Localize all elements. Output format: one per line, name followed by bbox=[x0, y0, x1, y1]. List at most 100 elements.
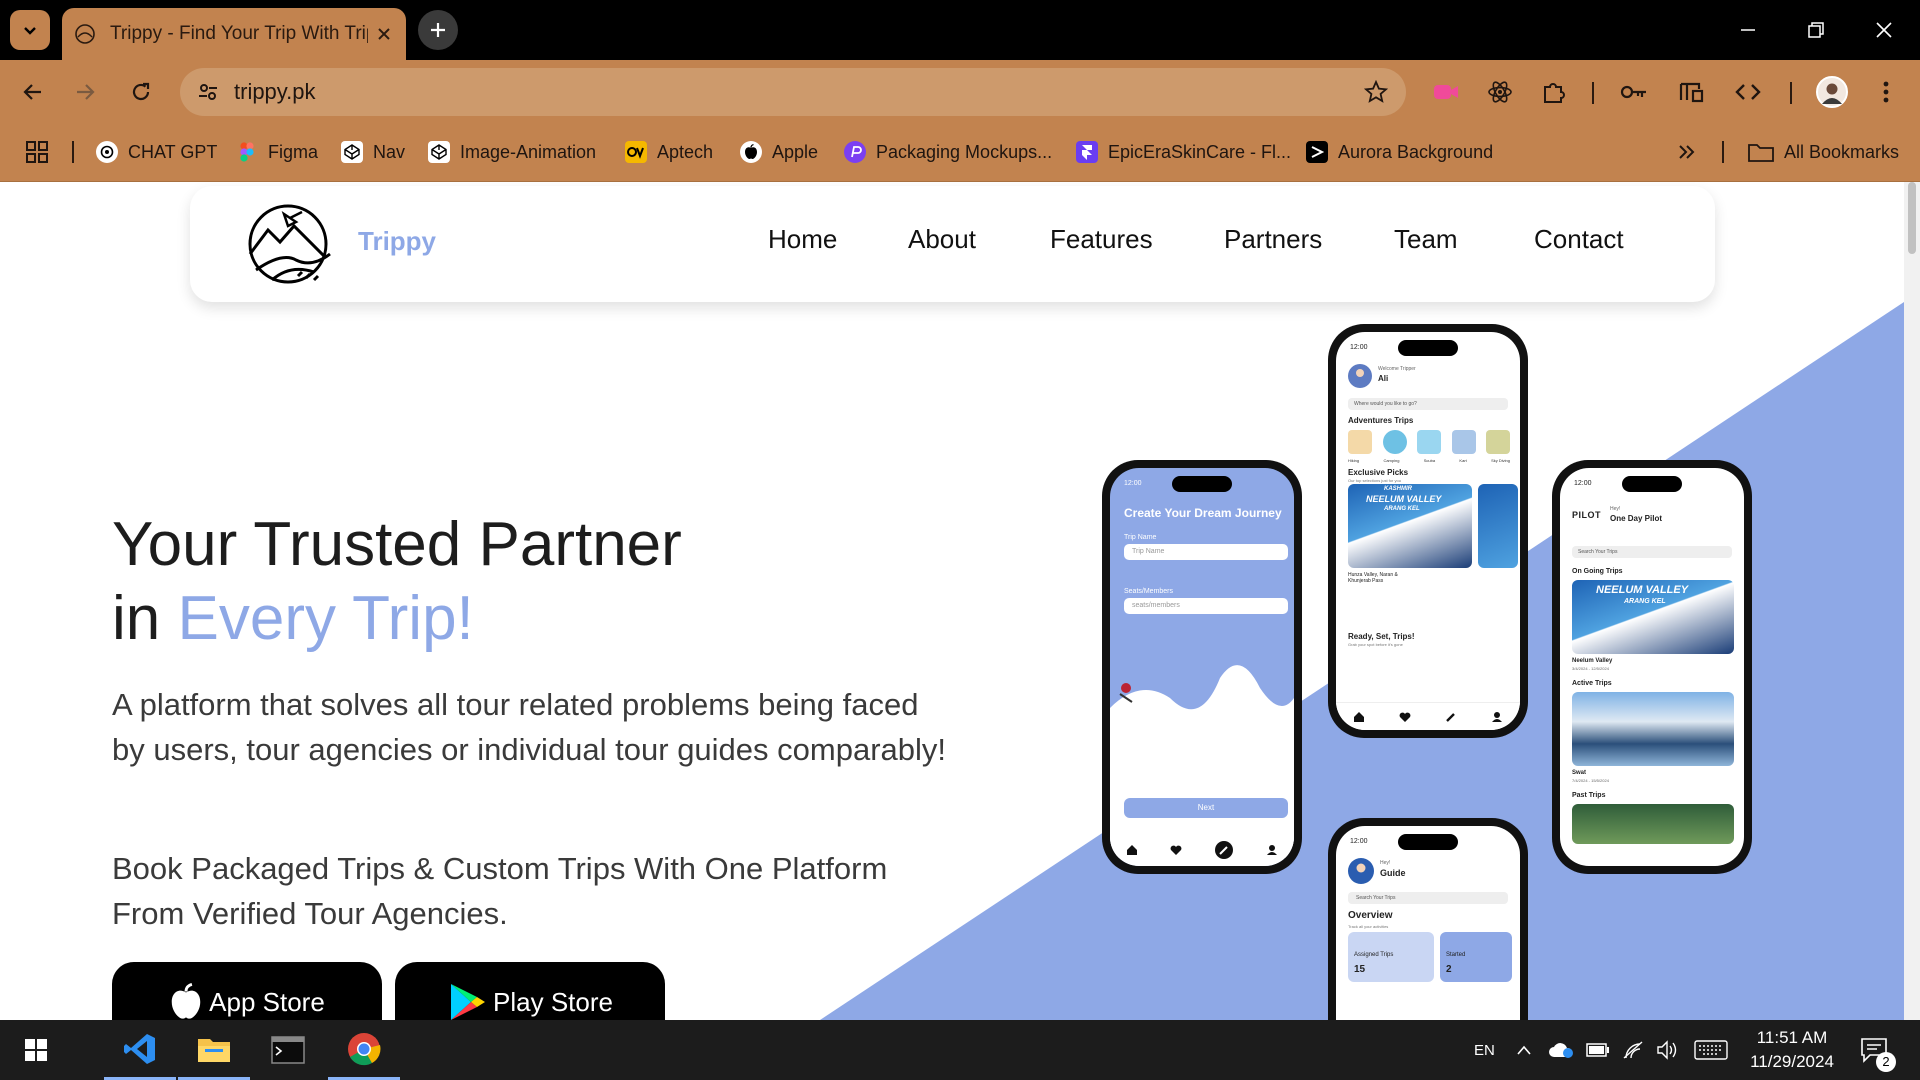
bookmark-chatgpt[interactable]: CHAT GPT bbox=[96, 137, 217, 167]
phone-mockup-guide: 12:00 Hey! Guide Search Your Trips Overv… bbox=[1328, 818, 1528, 1020]
bookmark-aurora-background[interactable]: Aurora Background bbox=[1306, 137, 1493, 167]
reload-button[interactable] bbox=[122, 73, 160, 111]
nav-contact[interactable]: Contact bbox=[1534, 224, 1624, 255]
site-navbar: Trippy Home About Features Partners Team… bbox=[190, 186, 1715, 302]
language-indicator[interactable]: EN bbox=[1474, 1020, 1495, 1080]
chrome-icon bbox=[348, 1032, 381, 1065]
windows-taskbar: EN 11:51 AM 11/29/2024 2 bbox=[0, 1020, 1920, 1080]
bookmark-nav[interactable]: Nav bbox=[341, 137, 405, 167]
tab-search-button[interactable] bbox=[10, 10, 50, 50]
bookmark-epicera[interactable]: EpicEraSkinCare - Fl... bbox=[1076, 137, 1291, 167]
taskbar-terminal[interactable] bbox=[252, 1020, 324, 1080]
password-key-icon[interactable] bbox=[1616, 74, 1652, 110]
bookmark-apple[interactable]: Apple bbox=[740, 137, 818, 167]
devtools-code-icon[interactable] bbox=[1730, 74, 1766, 110]
bookmark-image-animation[interactable]: Image-Animation bbox=[428, 137, 596, 167]
back-button[interactable] bbox=[14, 73, 52, 111]
cloud-icon bbox=[1549, 1043, 1573, 1058]
reading-mode-icon[interactable] bbox=[1674, 74, 1710, 110]
onedrive-tray[interactable] bbox=[1548, 1020, 1574, 1080]
pencil-icon bbox=[1446, 712, 1455, 722]
minimize-icon bbox=[1741, 29, 1755, 31]
page-scrollbar[interactable] bbox=[1904, 182, 1920, 1020]
extension-record-icon[interactable] bbox=[1428, 74, 1464, 110]
plus-icon bbox=[431, 23, 445, 37]
battery-tray[interactable] bbox=[1586, 1020, 1610, 1080]
hero-subtitle: Book Packaged Trips & Custom Trips With … bbox=[112, 851, 888, 931]
new-tab-button[interactable] bbox=[418, 10, 458, 50]
profile-avatar[interactable] bbox=[1814, 74, 1850, 110]
windows-logo-icon bbox=[25, 1039, 47, 1061]
codepen-icon bbox=[341, 141, 363, 163]
phone-seats-field: seats/members bbox=[1124, 598, 1288, 614]
address-bar[interactable]: trippy.pk bbox=[180, 68, 1406, 116]
forward-button[interactable] bbox=[66, 73, 104, 111]
user-icon bbox=[1492, 711, 1502, 722]
volume-tray[interactable] bbox=[1656, 1020, 1680, 1080]
nav-team[interactable]: Team bbox=[1394, 224, 1458, 255]
restore-button[interactable] bbox=[1782, 0, 1850, 60]
apps-grid-icon bbox=[26, 141, 48, 163]
browser-menu-icon[interactable] bbox=[1868, 74, 1904, 110]
taskbar-vscode[interactable] bbox=[104, 1020, 176, 1080]
bookmarks-separator bbox=[72, 141, 74, 163]
taskbar-chrome[interactable] bbox=[328, 1020, 400, 1080]
browser-tab[interactable]: Trippy - Find Your Trip With Trippy bbox=[62, 8, 406, 60]
all-bookmarks-button[interactable]: All Bookmarks bbox=[1748, 137, 1899, 167]
nav-about[interactable]: About bbox=[908, 224, 976, 255]
bookmark-figma[interactable]: Figma bbox=[236, 137, 318, 167]
brand-name[interactable]: Trippy bbox=[358, 226, 436, 257]
app-store-button[interactable]: App Store bbox=[112, 962, 382, 1020]
guide-avatar bbox=[1348, 858, 1374, 884]
minimize-button[interactable] bbox=[1714, 0, 1782, 60]
react-devtools-icon[interactable] bbox=[1482, 74, 1518, 110]
bookmark-packaging-mockups[interactable]: Packaging Mockups... bbox=[844, 137, 1052, 167]
home-icon bbox=[1354, 711, 1364, 722]
apple-icon bbox=[171, 983, 201, 1019]
apps-grid-button[interactable] bbox=[26, 137, 48, 167]
site-info-icon[interactable] bbox=[196, 80, 220, 104]
bookmark-aptech[interactable]: Aptech bbox=[625, 137, 713, 167]
clock[interactable]: 11:51 AM 11/29/2024 bbox=[1742, 1020, 1842, 1080]
play-store-button[interactable]: Play Store bbox=[395, 962, 665, 1020]
more-bookmarks-button[interactable] bbox=[1678, 137, 1696, 167]
pencil-icon bbox=[1215, 841, 1233, 859]
chevron-down-icon bbox=[24, 27, 36, 35]
bookmark-star-icon[interactable] bbox=[1364, 80, 1388, 104]
aptech-icon bbox=[625, 141, 647, 163]
nav-features[interactable]: Features bbox=[1050, 224, 1153, 255]
nav-partners[interactable]: Partners bbox=[1224, 224, 1322, 255]
bookmarks-separator bbox=[1722, 141, 1724, 163]
figma-icon bbox=[236, 141, 258, 163]
hero-title-line2: in Every Trip! bbox=[112, 584, 474, 653]
nav-home[interactable]: Home bbox=[768, 224, 837, 255]
browser-tab-bar: Trippy - Find Your Trip With Trippy bbox=[0, 0, 1920, 60]
extensions-puzzle-icon[interactable] bbox=[1536, 74, 1572, 110]
chevron-up-icon bbox=[1517, 1045, 1531, 1055]
start-button[interactable] bbox=[0, 1020, 72, 1080]
scrollbar-thumb[interactable] bbox=[1908, 182, 1916, 254]
phone-active-trip-image bbox=[1572, 692, 1734, 766]
close-window-button[interactable] bbox=[1850, 0, 1918, 60]
wifi-icon bbox=[1623, 1041, 1643, 1059]
close-icon bbox=[1876, 22, 1892, 38]
trippy-logo-icon[interactable] bbox=[242, 202, 338, 286]
close-tab-icon[interactable] bbox=[374, 24, 394, 44]
phone-category-labels: Hiking Camping Scuba Kart Sky Diving bbox=[1348, 458, 1510, 463]
network-tray[interactable] bbox=[1622, 1020, 1644, 1080]
touch-keyboard-tray[interactable] bbox=[1694, 1020, 1728, 1080]
hero-title-line1: Your Trusted Partner bbox=[112, 510, 682, 579]
taskbar-file-explorer[interactable] bbox=[178, 1020, 250, 1080]
phone-heading: Create Your Dream Journey bbox=[1124, 506, 1282, 520]
show-hidden-icons-button[interactable] bbox=[1516, 1020, 1532, 1080]
phone-mockup-pilot: 12:00 PILOT Hey! One Day Pilot Search Yo… bbox=[1552, 460, 1752, 874]
notification-center-button[interactable]: 2 bbox=[1860, 1020, 1896, 1080]
phone-ongoing-trip-image: NEELUM VALLEY ARANG KEL bbox=[1572, 580, 1734, 654]
folder-icon bbox=[198, 1038, 230, 1062]
apple-icon bbox=[740, 141, 762, 163]
folder-icon bbox=[1748, 144, 1774, 162]
phone-search-bar: Where would you like to go? bbox=[1348, 398, 1508, 410]
phone-trip-card-image: KASHMIR NEELUM VALLEY ARANG KEL bbox=[1348, 484, 1472, 568]
home-icon bbox=[1127, 845, 1137, 855]
snow-mountain-illustration bbox=[1110, 665, 1294, 858]
